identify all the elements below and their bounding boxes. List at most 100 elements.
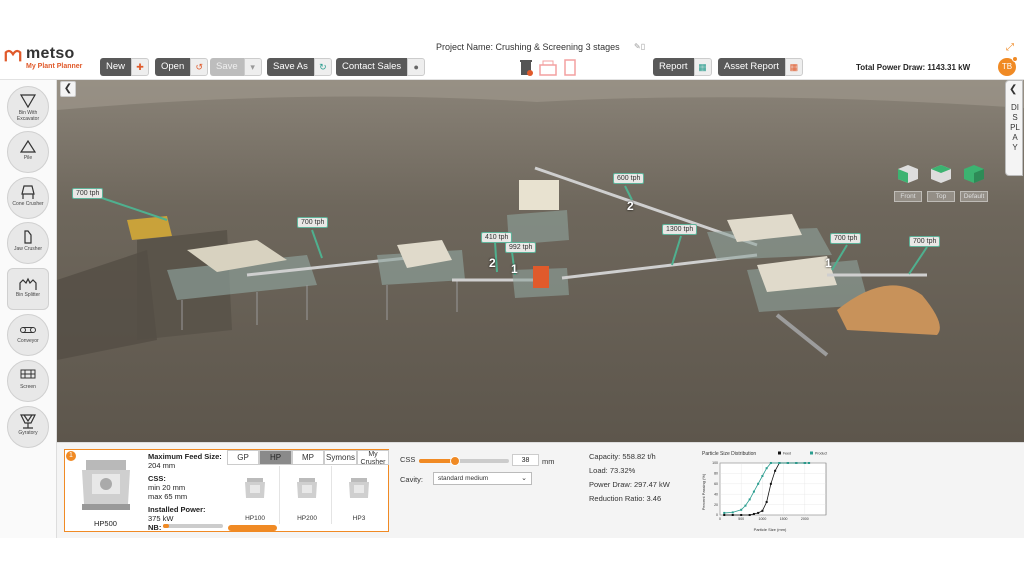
flow-label[interactable]: 700 tph bbox=[830, 233, 862, 244]
equipment-sidebar: Bin With Excavator Pile Cone Crusher Jaw… bbox=[0, 80, 57, 538]
save-as-button[interactable]: Save As ↻ bbox=[267, 58, 332, 76]
clear-layout-icon[interactable] bbox=[538, 57, 558, 77]
tab-mp[interactable]: MP bbox=[292, 450, 324, 465]
save-as-icon: ↻ bbox=[313, 58, 332, 76]
legend-swatch bbox=[810, 451, 813, 455]
view-label: Default bbox=[960, 191, 988, 202]
new-button-label: New bbox=[100, 58, 132, 76]
report-button[interactable]: Report ▦ bbox=[653, 58, 712, 76]
chart-ylabel: Percent Passing (%) bbox=[701, 473, 706, 510]
edit-title-icon[interactable]: ✎▯ bbox=[634, 42, 645, 51]
sidebar-item-bin-with-excavator[interactable]: Bin With Excavator bbox=[7, 86, 49, 128]
sidebar-item-conveyor[interactable]: Conveyor bbox=[7, 314, 49, 356]
view-front-button[interactable]: Front bbox=[894, 164, 922, 202]
model-list-scrollbar[interactable] bbox=[228, 525, 277, 531]
data-point-product bbox=[752, 490, 755, 493]
new-button[interactable]: New ✚ bbox=[100, 58, 150, 76]
view-label: Front bbox=[894, 191, 922, 202]
y-tick-label: 80 bbox=[714, 472, 718, 476]
flow-label[interactable]: 700 tph bbox=[72, 188, 104, 199]
trash-icon[interactable] bbox=[518, 57, 534, 77]
person-icon: ● bbox=[407, 58, 426, 76]
triangle-down-icon bbox=[19, 94, 37, 109]
tab-my-crusher[interactable]: My Crusher bbox=[357, 450, 389, 466]
view-default-button[interactable]: Default bbox=[960, 164, 988, 202]
css-slider[interactable] bbox=[419, 456, 509, 466]
report-icon: ▦ bbox=[693, 58, 712, 76]
data-point-product bbox=[731, 511, 734, 514]
chart-plot-area bbox=[719, 462, 827, 516]
css-slider-handle[interactable] bbox=[450, 456, 460, 466]
flow-label[interactable]: 600 tph bbox=[613, 173, 645, 184]
y-tick-label: 0 bbox=[716, 513, 718, 517]
model-label: HP100 bbox=[245, 515, 265, 522]
fullscreen-icon[interactable]: ⤢ bbox=[1006, 42, 1018, 54]
model-option-hp100[interactable]: HP100 bbox=[230, 466, 280, 524]
save-button[interactable]: Save ▾ bbox=[210, 58, 262, 76]
data-point-product bbox=[795, 462, 798, 464]
view-top-button[interactable]: Top bbox=[927, 164, 955, 202]
sidebar-item-cone-crusher[interactable]: Cone Crusher bbox=[7, 177, 49, 219]
plant-scene bbox=[57, 80, 1024, 442]
save-button-label: Save bbox=[210, 58, 244, 76]
flow-label[interactable]: 700 tph bbox=[297, 217, 329, 228]
flow-label[interactable]: 700 tph bbox=[909, 236, 941, 247]
tab-symons[interactable]: Symons bbox=[324, 450, 357, 465]
sidebar-item-jaw-crusher[interactable]: Jaw Crusher bbox=[7, 222, 49, 264]
x-tick-label: 0 bbox=[719, 517, 721, 521]
nb-slider[interactable] bbox=[163, 524, 223, 528]
collapse-sidebar-button[interactable]: ❮ bbox=[60, 81, 76, 97]
sidebar-item-screen[interactable]: Screen bbox=[7, 360, 49, 402]
triangle-up-icon bbox=[19, 139, 37, 153]
data-point-product bbox=[803, 462, 806, 464]
equipment-badge: 1 bbox=[66, 451, 76, 461]
legend-swatch bbox=[778, 451, 781, 455]
flow-label[interactable]: 1300 tph bbox=[662, 224, 698, 235]
data-point-product bbox=[761, 475, 764, 477]
sidebar-item-gyratory[interactable]: Gyratory bbox=[7, 406, 49, 448]
open-folder-icon: ↺ bbox=[190, 58, 209, 76]
max-feed-value: 204 mm bbox=[148, 461, 176, 470]
cavity-label: Cavity: bbox=[400, 475, 423, 484]
total-power-draw: Total Power Draw: 1143.31 kW bbox=[856, 63, 971, 72]
css-value-input[interactable]: 38 bbox=[512, 454, 539, 466]
open-button[interactable]: Open ↺ bbox=[155, 58, 209, 76]
stage-number: 1 bbox=[825, 256, 832, 270]
capacity-stat: Capacity: 558.82 t/h bbox=[589, 452, 656, 461]
display-panel-toggle[interactable]: ❮ DISPLAY bbox=[1005, 80, 1023, 176]
save-disk-icon: ▾ bbox=[243, 58, 262, 76]
data-point-product bbox=[769, 462, 772, 464]
open-button-label: Open bbox=[155, 58, 191, 76]
max-feed-label: Maximum Feed Size: bbox=[148, 452, 222, 461]
reset-icon[interactable] bbox=[562, 57, 578, 77]
tab-gp[interactable]: GP bbox=[227, 450, 259, 465]
sidebar-item-pile[interactable]: Pile bbox=[7, 131, 49, 173]
sidebar-item-label: Gyratory bbox=[18, 430, 38, 436]
flow-label[interactable]: 992 tph bbox=[505, 242, 537, 253]
app-window: metso My Plant Planner New ✚ Open ↺ Save… bbox=[0, 0, 1024, 576]
contact-sales-button[interactable]: Contact Sales ● bbox=[336, 58, 426, 76]
stage-number: 2 bbox=[627, 199, 634, 213]
data-point-product bbox=[748, 498, 751, 501]
asset-report-button[interactable]: Asset Report ▦ bbox=[718, 58, 803, 76]
css-max: max 65 mm bbox=[148, 492, 188, 501]
model-option-hp3[interactable]: HP3 bbox=[334, 466, 384, 524]
brand-name: metso bbox=[26, 45, 75, 62]
legend-label: Product bbox=[815, 451, 827, 455]
save-as-button-label: Save As bbox=[267, 58, 314, 76]
data-point-feed bbox=[752, 512, 755, 515]
sidebar-item-bin-splitter[interactable]: Bin Splitter bbox=[7, 268, 49, 310]
stage-number: 2 bbox=[489, 256, 496, 270]
sidebar-item-label: Bin With Excavator bbox=[16, 110, 40, 122]
model-option-hp200[interactable]: HP200 bbox=[282, 466, 332, 524]
sidebar-item-label: Jaw Crusher bbox=[13, 246, 43, 252]
x-tick-label: 1500 bbox=[780, 517, 788, 521]
chevron-left-icon: ❮ bbox=[1009, 84, 1018, 95]
plant-3d-viewport[interactable]: 700 tph 700 tph 410 tph 992 tph 600 tph … bbox=[57, 80, 1024, 442]
installed-power-label: Installed Power: bbox=[148, 505, 206, 514]
cone-crusher-icon bbox=[21, 185, 35, 199]
tab-hp[interactable]: HP bbox=[259, 450, 292, 465]
view-label: Top bbox=[927, 191, 955, 202]
cavity-select[interactable]: standard medium ⌄ bbox=[433, 472, 532, 485]
hp100-image bbox=[244, 478, 265, 498]
